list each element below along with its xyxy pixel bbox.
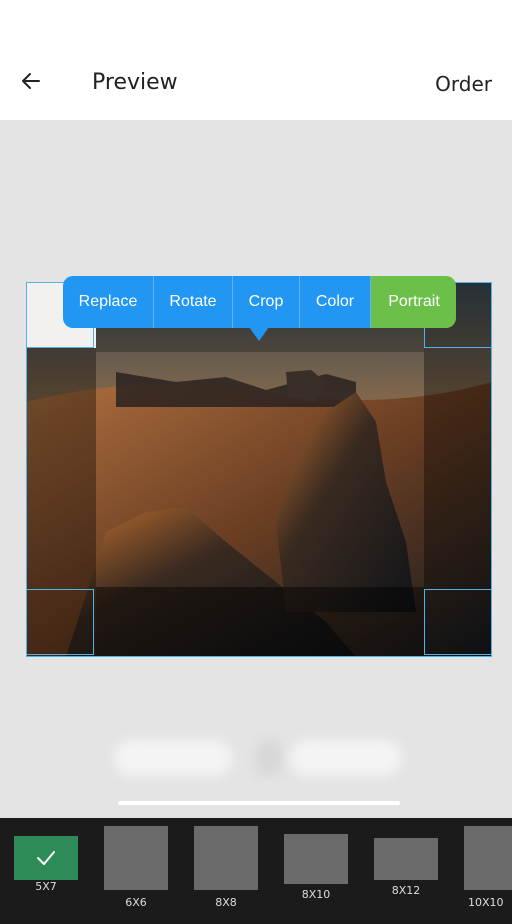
portrait-button[interactable]: Portrait — [371, 276, 456, 328]
toolbar-pointer — [249, 327, 269, 341]
scroll-indicator — [118, 801, 400, 805]
replace-button[interactable]: Replace — [63, 276, 154, 328]
size-label: 5X7 — [35, 880, 57, 893]
size-swatch — [194, 826, 258, 890]
size-label: 8X8 — [215, 896, 237, 909]
selected-size-swatch — [14, 836, 78, 880]
size-label: 6X6 — [125, 896, 147, 909]
corner-handle-bottom-left[interactable] — [26, 589, 94, 655]
corner-handle-bottom-right[interactable] — [424, 589, 492, 655]
size-label: 8X12 — [391, 884, 421, 897]
size-option-8x8[interactable]: 8X8 — [194, 818, 260, 924]
rotate-button[interactable]: Rotate — [154, 276, 233, 328]
check-icon — [37, 851, 55, 865]
size-option-8x10[interactable]: 8X10 — [284, 818, 350, 924]
edit-toolbar: Replace Rotate Crop Color Portrait — [63, 276, 456, 328]
size-option-10x10[interactable]: 10X10 — [464, 818, 512, 924]
top-app-bar: Preview Order — [0, 40, 512, 121]
size-label: 10X10 — [468, 896, 504, 909]
size-swatch — [374, 838, 438, 880]
blurred-caption-middle — [256, 740, 282, 776]
size-swatch — [104, 826, 168, 890]
size-label: 8X10 — [301, 888, 331, 901]
preview-canvas: Replace Rotate Crop Color Portrait — [0, 120, 512, 818]
size-option-8x12[interactable]: 8X12 — [374, 818, 440, 924]
back-button[interactable] — [16, 66, 52, 102]
blurred-caption-left — [114, 740, 232, 776]
size-option-5x7[interactable]: 5X7 — [0, 818, 92, 924]
color-button[interactable]: Color — [300, 276, 371, 328]
status-bar — [0, 0, 512, 40]
page-title: Preview — [92, 70, 178, 95]
size-swatch — [284, 834, 348, 884]
arrow-left-icon — [22, 73, 40, 89]
size-option-6x6[interactable]: 6X6 — [104, 818, 170, 924]
size-swatch — [464, 826, 512, 890]
size-selector: 5X7 6X6 8X8 8X10 8X12 10X10 — [0, 818, 512, 924]
order-button[interactable]: Order — [435, 72, 492, 96]
blurred-caption-right — [290, 740, 402, 776]
crop-button[interactable]: Crop — [233, 276, 300, 328]
